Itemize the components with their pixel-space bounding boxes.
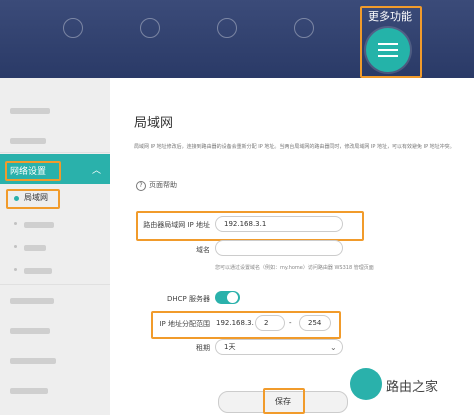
nav-icon [140, 18, 160, 38]
ip-range-label: IP 地址分配范围 [159, 320, 210, 328]
nav-icon [63, 18, 83, 38]
nav-icon [217, 18, 237, 38]
router-ip-input[interactable]: 192.168.3.1 [215, 216, 343, 232]
dhcp-label: DHCP 服务器 [167, 295, 210, 303]
nav-icon [294, 18, 314, 38]
lease-label: 租期 [196, 344, 210, 352]
domain-label: 域名 [196, 246, 210, 254]
toggle-knob [227, 292, 238, 303]
page-title: 局域网 [134, 116, 174, 131]
sidebar-item[interactable] [0, 96, 110, 126]
ip-range-start-input[interactable]: 2 [255, 315, 285, 331]
watermark-logo-icon [350, 368, 382, 400]
domain-input[interactable] [215, 240, 343, 256]
nav-item-4[interactable] [286, 10, 322, 66]
lease-select[interactable]: 1天 [215, 339, 343, 355]
sidebar-item[interactable] [0, 286, 110, 316]
help-label: 页面帮助 [149, 181, 177, 189]
sidebar-item-label: 网络设置 [10, 167, 47, 177]
help-link[interactable]: ? 页面帮助 [136, 180, 177, 191]
sidebar-item[interactable] [0, 346, 110, 376]
chevron-down-icon: ⌄ [330, 343, 337, 352]
ip-range-end-input[interactable]: 254 [299, 315, 331, 331]
more-functions-label: 更多功能 [368, 10, 412, 23]
sidebar-item[interactable] [0, 376, 110, 406]
sidebar-subitem[interactable] [14, 256, 110, 286]
router-ip-label: 路由器局域网 IP 地址 [143, 221, 210, 229]
sidebar-item-lan[interactable]: 局域网 [24, 192, 48, 203]
sidebar-item[interactable] [0, 316, 110, 346]
help-icon: ? [136, 181, 146, 191]
save-button-label: 保存 [275, 397, 291, 406]
nav-item-3[interactable] [209, 10, 245, 66]
chevron-up-icon: ︿ [92, 166, 102, 176]
nav-item-2[interactable] [132, 10, 168, 66]
nav-item-1[interactable] [55, 10, 91, 66]
domain-hint: 您可以通过设置域名（例如：my.home）访问路由器 WS318 管理页面 [215, 265, 374, 271]
range-separator: - [289, 319, 292, 327]
page-description: 局域网 IP 地址修改后，连接到路由器的设备会重新分配 IP 地址。当两台局域网… [134, 144, 455, 150]
active-dot-icon [14, 196, 19, 201]
watermark-text: 路由之家 [386, 380, 439, 395]
ip-range-prefix: 192.168.3. [216, 319, 254, 327]
